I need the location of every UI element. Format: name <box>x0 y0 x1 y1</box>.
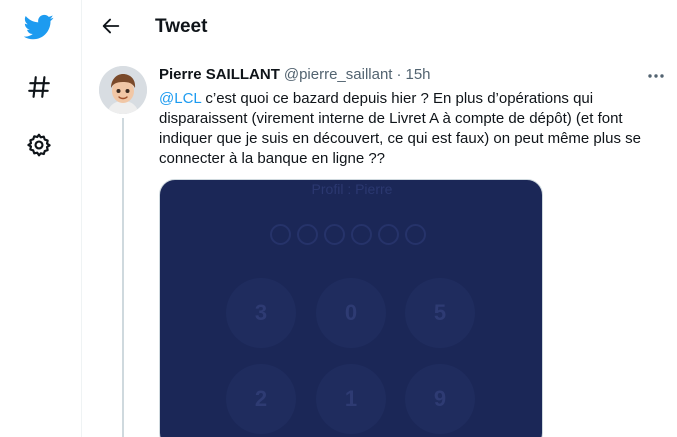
keypad-key: 1 <box>316 364 386 434</box>
gear-icon[interactable] <box>22 128 56 162</box>
pin-dot <box>324 224 345 245</box>
media-profile-label: Profil : Pierre <box>311 181 393 197</box>
pin-dot <box>351 224 372 245</box>
thread-line <box>122 118 124 437</box>
keypad-key: 0 <box>316 278 386 348</box>
page-header: Tweet <box>83 0 677 54</box>
arrow-left-icon[interactable] <box>97 12 125 40</box>
user-handle[interactable]: @pierre_saillant <box>284 66 393 83</box>
tweet-media-image[interactable]: Profil : Pierre 3 0 5 2 1 9 <box>159 179 543 437</box>
keypad-key: 5 <box>405 278 475 348</box>
pin-dot <box>297 224 318 245</box>
tweet-body: c’est quoi ce bazard depuis hier ? En pl… <box>159 90 641 167</box>
keypad-key: 2 <box>226 364 296 434</box>
display-name[interactable]: Pierre SAILLANT <box>159 66 280 83</box>
avatar[interactable] <box>99 66 147 114</box>
mention-link[interactable]: @LCL <box>159 90 201 107</box>
keypad-key: 3 <box>226 278 296 348</box>
pin-dot <box>378 224 399 245</box>
pin-dots <box>270 224 426 245</box>
main-column: Tweet Pierre SAILLANT @pierre_saillant ·… <box>83 0 677 437</box>
separator-dot: · <box>396 66 402 83</box>
tweet-text: @LCL c’est quoi ce bazard depuis hier ? … <box>159 89 659 169</box>
pin-dot <box>405 224 426 245</box>
page-title: Tweet <box>155 16 208 37</box>
more-options-icon[interactable] <box>645 66 667 86</box>
keypad-key: 9 <box>405 364 475 434</box>
sidebar-nav <box>0 0 82 437</box>
hashtag-icon[interactable] <box>22 70 56 104</box>
twitter-bird-icon[interactable] <box>22 10 56 44</box>
tweet-time[interactable]: 15h <box>405 66 430 83</box>
pin-dot <box>270 224 291 245</box>
tweet-header: Pierre SAILLANT @pierre_saillant · 15h <box>159 66 431 86</box>
